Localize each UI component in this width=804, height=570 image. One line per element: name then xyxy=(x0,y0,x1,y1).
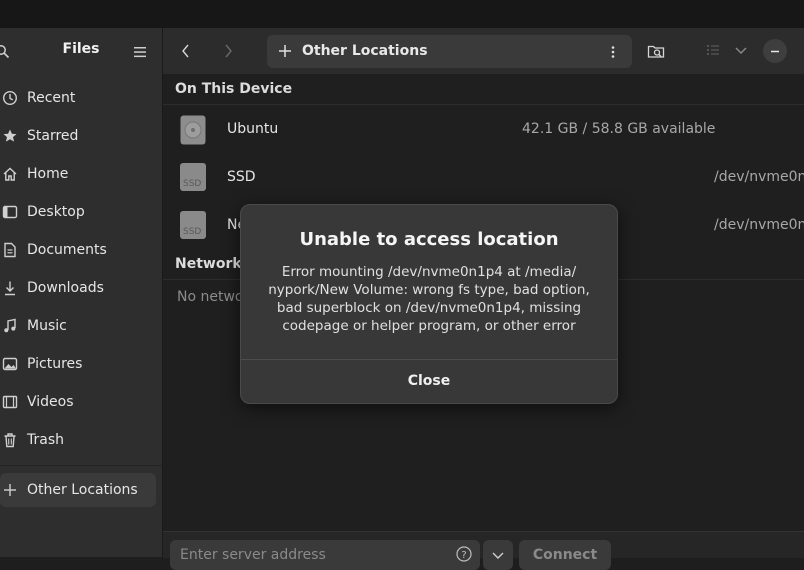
sidebar-item-downloads[interactable]: Downloads xyxy=(0,271,156,305)
sidebar-item-label: Desktop xyxy=(27,204,85,220)
connect-button[interactable]: Connect xyxy=(519,540,611,570)
sidebar-item-trash[interactable]: Trash xyxy=(0,423,156,457)
sidebar-item-label: Music xyxy=(27,318,67,334)
picture-icon xyxy=(2,355,24,373)
sidebar-item-label: Home xyxy=(27,166,69,182)
sidebar: Files Recent Starred Home Desktop Docume… xyxy=(0,28,163,557)
sidebar-item-recent[interactable]: Recent xyxy=(0,81,156,115)
back-arrow-icon[interactable] xyxy=(177,42,195,60)
sidebar-item-videos[interactable]: Videos xyxy=(0,385,156,419)
sidebar-item-label: Trash xyxy=(27,432,64,448)
sidebar-item-starred[interactable]: Starred xyxy=(0,119,156,153)
hamburger-menu-icon[interactable] xyxy=(133,44,147,58)
sidebar-item-label: Downloads xyxy=(27,280,104,296)
path-bar[interactable]: Other Locations xyxy=(267,35,632,68)
drive-icon: SSD xyxy=(180,211,206,239)
sidebar-item-other-locations[interactable]: Other Locations xyxy=(0,473,156,507)
drive-tag: SSD xyxy=(183,179,202,189)
list-view-icon[interactable] xyxy=(705,42,721,62)
close-button[interactable]: Close xyxy=(241,360,617,403)
server-address-input[interactable] xyxy=(170,540,480,570)
title-strip xyxy=(0,0,804,28)
kebab-menu-icon[interactable] xyxy=(610,44,616,63)
plus-icon xyxy=(2,481,24,499)
music-icon xyxy=(2,317,24,335)
sidebar-item-music[interactable]: Music xyxy=(0,309,156,343)
trash-icon xyxy=(2,431,24,449)
connect-bar: ? Connect xyxy=(163,531,804,570)
server-history-dropdown[interactable] xyxy=(483,540,513,570)
dialog-message: Error mounting /dev/nvme0n1p4 at /media/… xyxy=(268,264,590,334)
sidebar-item-label: Starred xyxy=(27,128,79,144)
drive-icon: SSD xyxy=(180,163,206,191)
search-folder-icon[interactable] xyxy=(647,42,665,64)
sidebar-item-label: Other Locations xyxy=(27,482,138,498)
path-label: Other Locations xyxy=(302,43,428,59)
dialog-title: Unable to access location xyxy=(299,229,559,250)
home-icon xyxy=(2,165,24,183)
document-icon xyxy=(2,241,24,259)
device-name: SSD xyxy=(227,169,256,185)
sidebar-item-pictures[interactable]: Pictures xyxy=(0,347,156,381)
sidebar-item-label: Videos xyxy=(27,394,74,410)
drive-tag: SSD xyxy=(183,227,202,237)
forward-arrow-icon[interactable] xyxy=(219,42,237,60)
sidebar-header: Files xyxy=(0,28,162,74)
desktop-icon xyxy=(2,203,24,221)
star-icon xyxy=(2,127,24,145)
video-icon xyxy=(2,393,24,411)
sidebar-item-documents[interactable]: Documents xyxy=(0,233,156,267)
error-dialog: Unable to access location Error mounting… xyxy=(240,204,618,404)
sidebar-item-label: Recent xyxy=(27,90,76,106)
section-title-on-this-device: On This Device xyxy=(175,81,293,97)
help-icon[interactable]: ? xyxy=(456,546,472,566)
sidebar-item-label: Documents xyxy=(27,242,107,258)
section-title-networks: Networks xyxy=(175,256,251,272)
hard-disk-icon xyxy=(180,115,206,149)
minimize-window-icon[interactable] xyxy=(763,39,787,67)
chevron-down-icon[interactable] xyxy=(734,42,748,62)
sidebar-item-desktop[interactable]: Desktop xyxy=(0,195,156,229)
sidebar-divider xyxy=(0,465,162,466)
sidebar-item-home[interactable]: Home xyxy=(0,157,156,191)
download-icon xyxy=(2,279,24,297)
no-networks-text: No netwo xyxy=(177,289,244,305)
device-name: Ubuntu xyxy=(227,121,279,137)
svg-text:?: ? xyxy=(461,550,466,561)
device-space-info: 42.1 GB / 58.8 GB available xyxy=(522,121,716,137)
plus-icon xyxy=(278,43,292,62)
section-divider xyxy=(163,104,804,105)
clock-icon xyxy=(2,89,24,107)
sidebar-item-label: Pictures xyxy=(27,356,83,372)
device-path: /dev/nvme0n1 xyxy=(714,217,804,233)
header-bar: Other Locations xyxy=(163,28,804,74)
device-path: /dev/nvme0n1 xyxy=(714,169,804,185)
